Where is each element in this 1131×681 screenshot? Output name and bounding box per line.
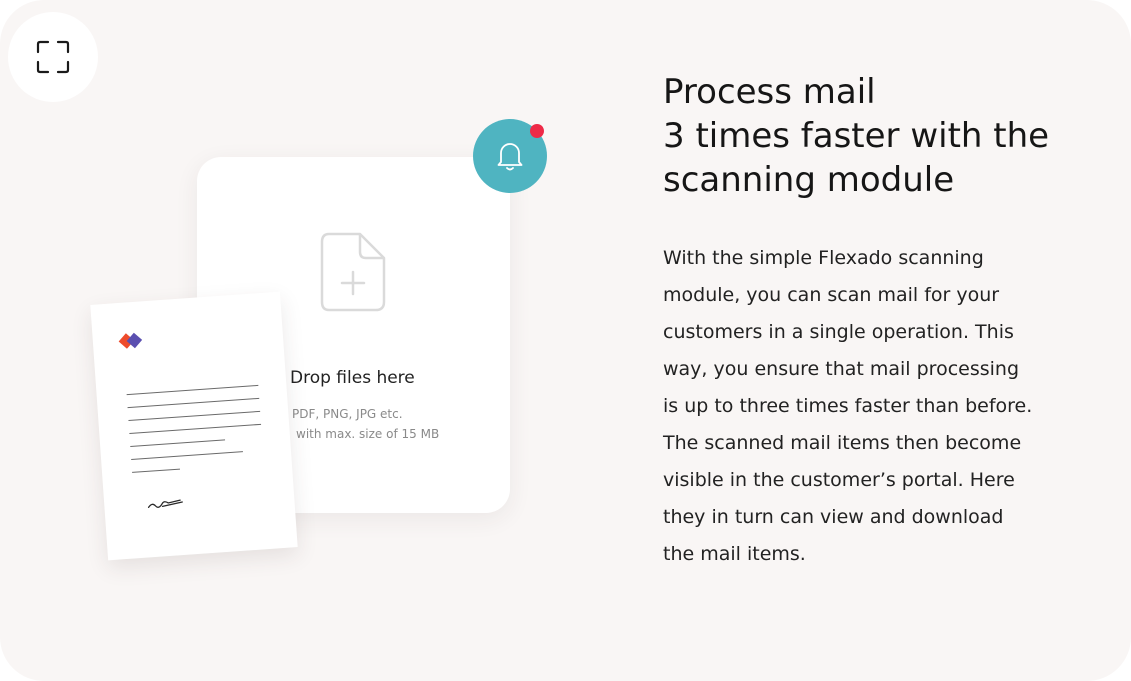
scanned-letter-document	[90, 291, 298, 561]
flexado-logo	[118, 332, 143, 349]
notification-dot	[530, 124, 544, 138]
description-line: is up to three times faster than before.	[663, 395, 1033, 417]
description-line: they in turn can view and download	[663, 506, 1004, 528]
description-line: module, you can scan mail for your	[663, 284, 1000, 306]
fullscreen-corners-icon	[36, 40, 70, 74]
description-line: way, you ensure that mail processing	[663, 358, 1020, 380]
letter-text-lines	[126, 384, 262, 473]
feature-description: With the simple Flexado scanning module,…	[663, 240, 1103, 573]
bell-icon	[497, 143, 523, 171]
signature	[147, 499, 183, 509]
heading-line: Process mail	[663, 72, 876, 112]
dropzone-title: Drop files here	[290, 368, 415, 388]
heading-line: 3 times faster with the	[663, 116, 1050, 156]
heading-line: scanning module	[663, 160, 955, 200]
description-line: With the simple Flexado scanning	[663, 247, 984, 269]
fullscreen-button[interactable]	[8, 12, 98, 102]
feature-heading: Process mail 3 times faster with the sca…	[663, 70, 1103, 202]
description-line: The scanned mail items then become	[663, 432, 1022, 454]
file-plus-icon	[320, 232, 386, 312]
description-line: customers in a single operation. This	[663, 321, 1014, 343]
description-line: visible in the customer’s portal. Here	[663, 469, 1015, 491]
feature-card: Drop files here PDF, PNG, JPG etc. with …	[0, 0, 1131, 681]
dropzone-size-limit: with max. size of 15 MB	[296, 427, 440, 441]
description-line: the mail items.	[663, 543, 806, 565]
dropzone-formats: PDF, PNG, JPG etc.	[292, 407, 403, 421]
